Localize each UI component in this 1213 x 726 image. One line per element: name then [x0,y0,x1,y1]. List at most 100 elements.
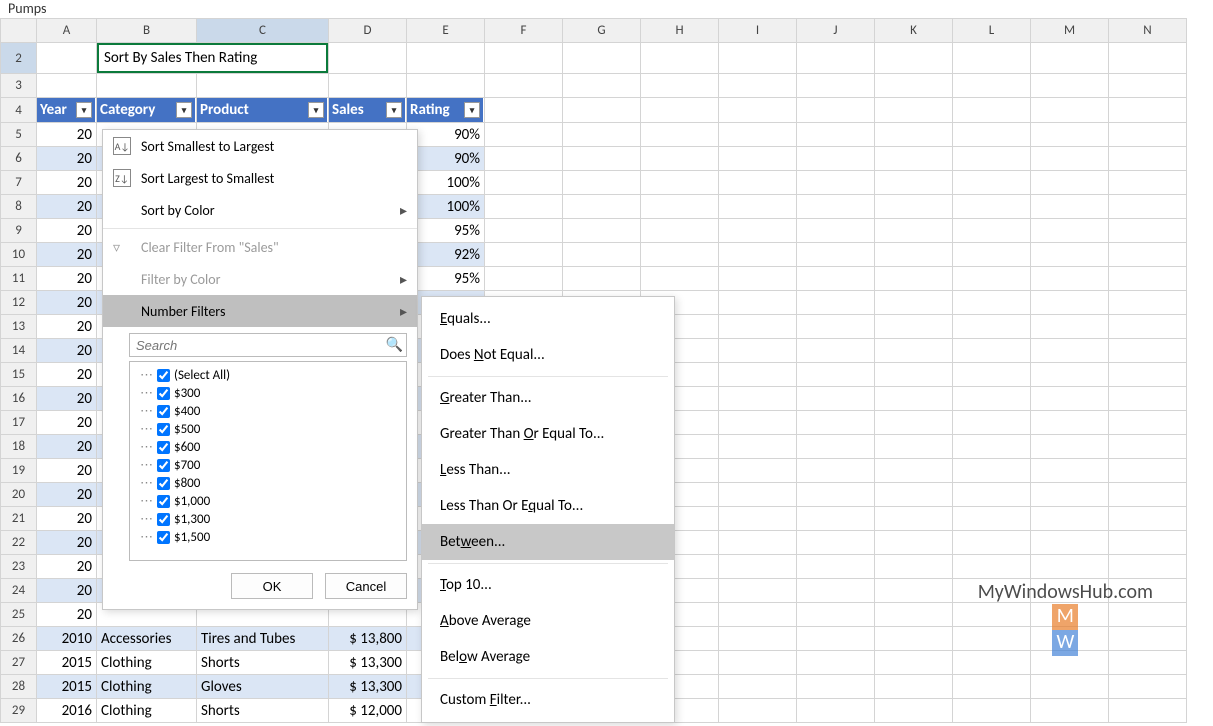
cell[interactable] [953,699,1031,723]
cell[interactable] [1109,98,1187,123]
row-header-27[interactable]: 27 [1,651,37,675]
cell[interactable] [329,74,407,98]
cell[interactable] [797,339,875,363]
cell[interactable] [485,219,563,243]
cell[interactable] [719,675,797,699]
cell[interactable] [953,74,1031,98]
cell[interactable] [641,147,719,171]
cell-year[interactable]: 20 [37,579,97,603]
cell[interactable] [1031,195,1109,219]
filter-dropdown-rating[interactable]: ▾ [464,102,480,118]
cell[interactable] [563,123,641,147]
cell[interactable] [719,699,797,723]
cell[interactable] [485,195,563,219]
cell[interactable] [797,435,875,459]
cell[interactable] [953,339,1031,363]
cell[interactable] [1109,74,1187,98]
row-header-7[interactable]: 7 [1,171,37,195]
cell[interactable] [953,267,1031,291]
cell-product[interactable]: Shorts [197,699,329,723]
cell-year[interactable]: 20 [37,363,97,387]
top10-item[interactable]: Top 10... [422,567,674,603]
cell-year[interactable]: 20 [37,243,97,267]
row-header-20[interactable]: 20 [1,483,37,507]
cell[interactable] [797,651,875,675]
cell[interactable] [485,171,563,195]
filter-dropdown-sales[interactable]: ▾ [386,102,402,118]
cell[interactable] [875,699,953,723]
formula-bar[interactable]: Pumps [0,0,1213,18]
cell[interactable] [1031,123,1109,147]
cell[interactable] [1031,147,1109,171]
cell-rating[interactable]: 100% [407,171,485,195]
below-average-item[interactable]: Below Average [422,639,674,675]
cell[interactable] [1109,555,1187,579]
cell[interactable] [953,435,1031,459]
greater-than-item[interactable]: Greater Than... [422,380,674,416]
column-header-N[interactable]: N [1109,19,1187,43]
cell[interactable] [1031,363,1109,387]
cell[interactable] [1109,315,1187,339]
cell[interactable] [719,339,797,363]
cell[interactable] [953,531,1031,555]
column-header-L[interactable]: L [953,19,1031,43]
cell[interactable] [329,43,407,74]
cell-year[interactable]: 20 [37,267,97,291]
sort-button[interactable]: Sort By Sales Then Rating [97,43,328,73]
cell[interactable] [485,74,563,98]
cell[interactable] [1031,291,1109,315]
cell[interactable] [1109,483,1187,507]
less-than-item[interactable]: Less Than... [422,452,674,488]
cell[interactable] [1109,507,1187,531]
filter-dropdown-category[interactable]: ▾ [176,102,192,118]
less-equal-item[interactable]: Less Than Or Equal To... [422,488,674,524]
column-header-D[interactable]: D [329,19,407,43]
cell[interactable] [953,555,1031,579]
sort-by-color[interactable]: Sort by Color ▸ [103,194,417,226]
cell-product[interactable]: Shorts [197,651,329,675]
number-filters[interactable]: Number Filters ▸ [103,295,417,327]
cell[interactable] [953,219,1031,243]
cell[interactable] [1109,219,1187,243]
cell[interactable] [563,147,641,171]
filter-dropdown-year[interactable]: ▾ [76,102,92,118]
cell[interactable] [797,627,875,651]
cell[interactable] [719,123,797,147]
filter-option[interactable]: ⋯ $1,500 [134,528,402,546]
cell[interactable] [797,555,875,579]
row-header-15[interactable]: 15 [1,363,37,387]
cell-year[interactable]: 2010 [37,627,97,651]
cell[interactable] [875,219,953,243]
cell[interactable] [641,98,719,123]
cell-year[interactable]: 20 [37,507,97,531]
cell-year[interactable]: 20 [37,411,97,435]
cell[interactable] [797,579,875,603]
cell-year[interactable]: 20 [37,459,97,483]
column-header-H[interactable]: H [641,19,719,43]
cell[interactable] [1109,435,1187,459]
cell[interactable] [719,74,797,98]
filter-checkbox[interactable] [157,423,170,436]
filter-checkbox[interactable] [157,531,170,544]
cell[interactable] [1031,483,1109,507]
cell[interactable] [97,74,197,98]
row-header-14[interactable]: 14 [1,339,37,363]
cell[interactable] [875,98,953,123]
row-header-23[interactable]: 23 [1,555,37,579]
cell[interactable] [719,195,797,219]
cell[interactable] [875,579,953,603]
cell[interactable] [1031,675,1109,699]
filter-checkbox[interactable] [157,459,170,472]
cell-sales[interactable]: $ 13,300 [329,651,407,675]
row-header-16[interactable]: 16 [1,387,37,411]
cell-rating[interactable]: 100% [407,195,485,219]
cell[interactable] [37,43,97,74]
cell[interactable] [1109,675,1187,699]
cell[interactable] [485,267,563,291]
filter-checkbox[interactable] [157,369,170,382]
cell[interactable] [875,315,953,339]
cell-year[interactable]: 20 [37,339,97,363]
cell[interactable] [953,171,1031,195]
cell-category[interactable]: Clothing [97,675,197,699]
cell[interactable] [641,195,719,219]
